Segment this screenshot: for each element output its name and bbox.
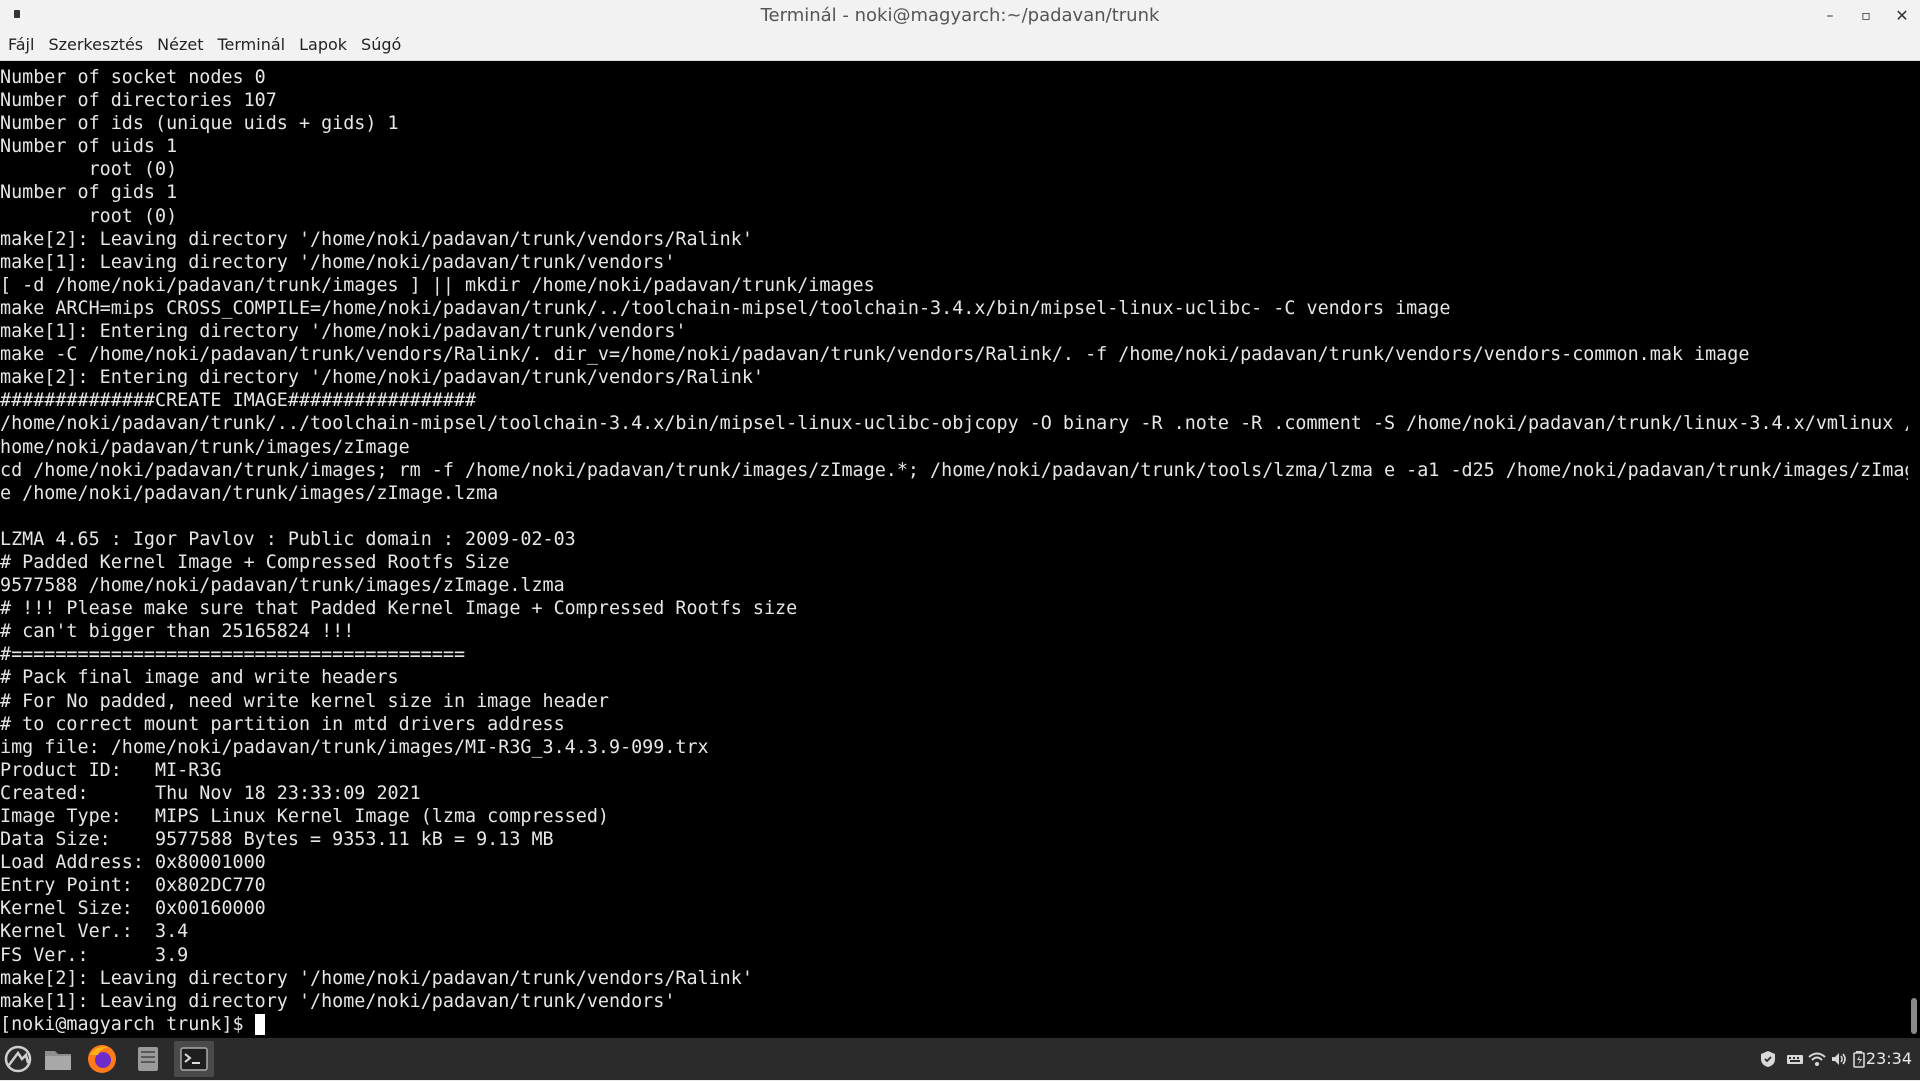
terminal-line: FS Ver.: 3.9 <box>0 944 189 966</box>
terminal-line: home/noki/padavan/trunk/images/zImage <box>0 436 410 458</box>
terminal-line: ##############CREATE IMAGE##############… <box>0 390 477 412</box>
terminal-line: # Pack final image and write headers <box>0 667 399 689</box>
terminal-line: # to correct mount partition in mtd driv… <box>0 713 565 735</box>
terminal-line: LZMA 4.65 : Igor Pavlov : Public domain … <box>0 528 576 550</box>
menu-help[interactable]: Súgó <box>353 33 407 60</box>
terminal-line: Number of ids (unique uids + gids) 1 <box>0 113 399 135</box>
menu-view[interactable]: Nézet <box>149 33 209 60</box>
terminal-lines: Number of socket nodes 0 Number of direct… <box>0 61 1908 1036</box>
terminal-line: # can't bigger than 25165824 !!! <box>0 621 355 643</box>
terminal-line: Number of gids 1 <box>0 182 178 204</box>
terminal-line: [ -d /home/noki/padavan/trunk/images ] |… <box>0 274 875 296</box>
terminal-line: Number of socket nodes 0 <box>0 67 266 88</box>
text-editor-icon[interactable] <box>128 1041 168 1077</box>
terminal-line: Data Size: 9577588 Bytes = 9353.11 kB = … <box>0 829 554 851</box>
start-menu-icon[interactable] <box>0 1041 40 1077</box>
terminal-line: make[2]: Leaving directory '/home/noki/p… <box>0 228 753 250</box>
terminal-line: Number of directories 107 <box>0 90 277 112</box>
terminal-line: make[1]: Leaving directory '/home/noki/p… <box>0 990 676 1012</box>
terminal-line: 9577588 /home/noki/padavan/trunk/images/… <box>0 575 565 597</box>
close-button[interactable]: ✕ <box>1888 4 1916 28</box>
terminal-prompt-line[interactable]: [noki@magyarch trunk]$ <box>0 1013 1908 1036</box>
terminal-line: make ARCH=mips CROSS_COMPILE=/home/noki/… <box>0 297 1451 319</box>
terminal-line: cd /home/noki/padavan/trunk/images; rm -… <box>0 459 1908 481</box>
terminal-icon[interactable] <box>174 1041 214 1077</box>
menubar: Fájl Szerkesztés Nézet Terminál Lapok Sú… <box>0 33 1920 61</box>
terminal-line: Number of uids 1 <box>0 136 178 158</box>
terminal-line: Entry Point: 0x802DC770 <box>0 875 266 897</box>
terminal-scrollbar[interactable] <box>1908 61 1920 1038</box>
terminal-line: /home/noki/padavan/trunk/../toolchain-mi… <box>0 413 1908 435</box>
scrollbar-thumb[interactable] <box>1911 998 1917 1034</box>
terminal-line: make[1]: Entering directory '/home/noki/… <box>0 321 687 343</box>
minimize-button[interactable]: – <box>1816 4 1844 28</box>
terminal-line: make -C /home/noki/padavan/trunk/vendors… <box>0 344 1750 366</box>
firefox-icon[interactable] <box>82 1041 122 1077</box>
wifi-icon[interactable] <box>1808 1050 1826 1068</box>
terminal-line: #=======================================… <box>0 644 466 666</box>
terminal-line: root (0) <box>0 159 178 181</box>
terminal-line: # !!! Please make sure that Padded Kerne… <box>0 598 798 620</box>
terminal-line: Kernel Ver.: 3.4 <box>0 921 189 943</box>
terminal-line: # Padded Kernel Image + Compressed Rootf… <box>0 551 510 573</box>
menu-file[interactable]: Fájl <box>0 33 40 60</box>
menu-edit[interactable]: Szerkesztés <box>40 33 149 60</box>
terminal-line: Load Address: 0x80001000 <box>0 852 266 874</box>
keyboard-icon[interactable] <box>1786 1050 1804 1068</box>
menu-tabs[interactable]: Lapok <box>291 33 353 60</box>
shell-prompt: [noki@magyarch trunk]$ <box>0 1013 255 1035</box>
terminal-line: img file: /home/noki/padavan/trunk/image… <box>0 736 709 758</box>
clock[interactable]: 23:34 <box>1866 1049 1912 1068</box>
terminal-line: Image Type: MIPS Linux Kernel Image (lzm… <box>0 806 609 827</box>
terminal-line: make[2]: Entering directory '/home/noki/… <box>0 367 764 389</box>
terminal-line: Kernel Size: 0x00160000 <box>0 898 266 920</box>
menu-terminal[interactable]: Terminál <box>209 33 291 60</box>
terminal-line: make[2]: Leaving directory '/home/noki/p… <box>0 967 753 989</box>
window-title: Terminál - noki@magyarch:~/padavan/trunk <box>760 5 1160 26</box>
taskbar: 23:34 <box>0 1038 1920 1080</box>
text-cursor <box>254 1013 265 1035</box>
maximize-button[interactable]: ▫ <box>1852 4 1880 28</box>
terminal-output[interactable]: Number of socket nodes 0 Number of direct… <box>0 61 1908 1038</box>
terminal-line: e /home/noki/padavan/trunk/images/zImage… <box>0 482 499 504</box>
terminal-line: root (0) <box>0 205 178 227</box>
terminal-line: Created: Thu Nov 18 23:33:09 2021 <box>0 782 421 804</box>
battery-icon[interactable] <box>1852 1050 1866 1068</box>
file-manager-icon[interactable] <box>38 1041 78 1077</box>
terminal-line: # For No padded, need write kernel size … <box>0 690 609 712</box>
window-titlebar[interactable]: Terminál - noki@magyarch:~/padavan/trunk… <box>0 0 1920 33</box>
terminal-line: Product ID: MI-R3G <box>0 759 222 781</box>
shield-icon[interactable] <box>1758 1050 1778 1068</box>
terminal-line: make[1]: Leaving directory '/home/noki/p… <box>0 251 676 273</box>
volume-icon[interactable] <box>1830 1050 1848 1068</box>
